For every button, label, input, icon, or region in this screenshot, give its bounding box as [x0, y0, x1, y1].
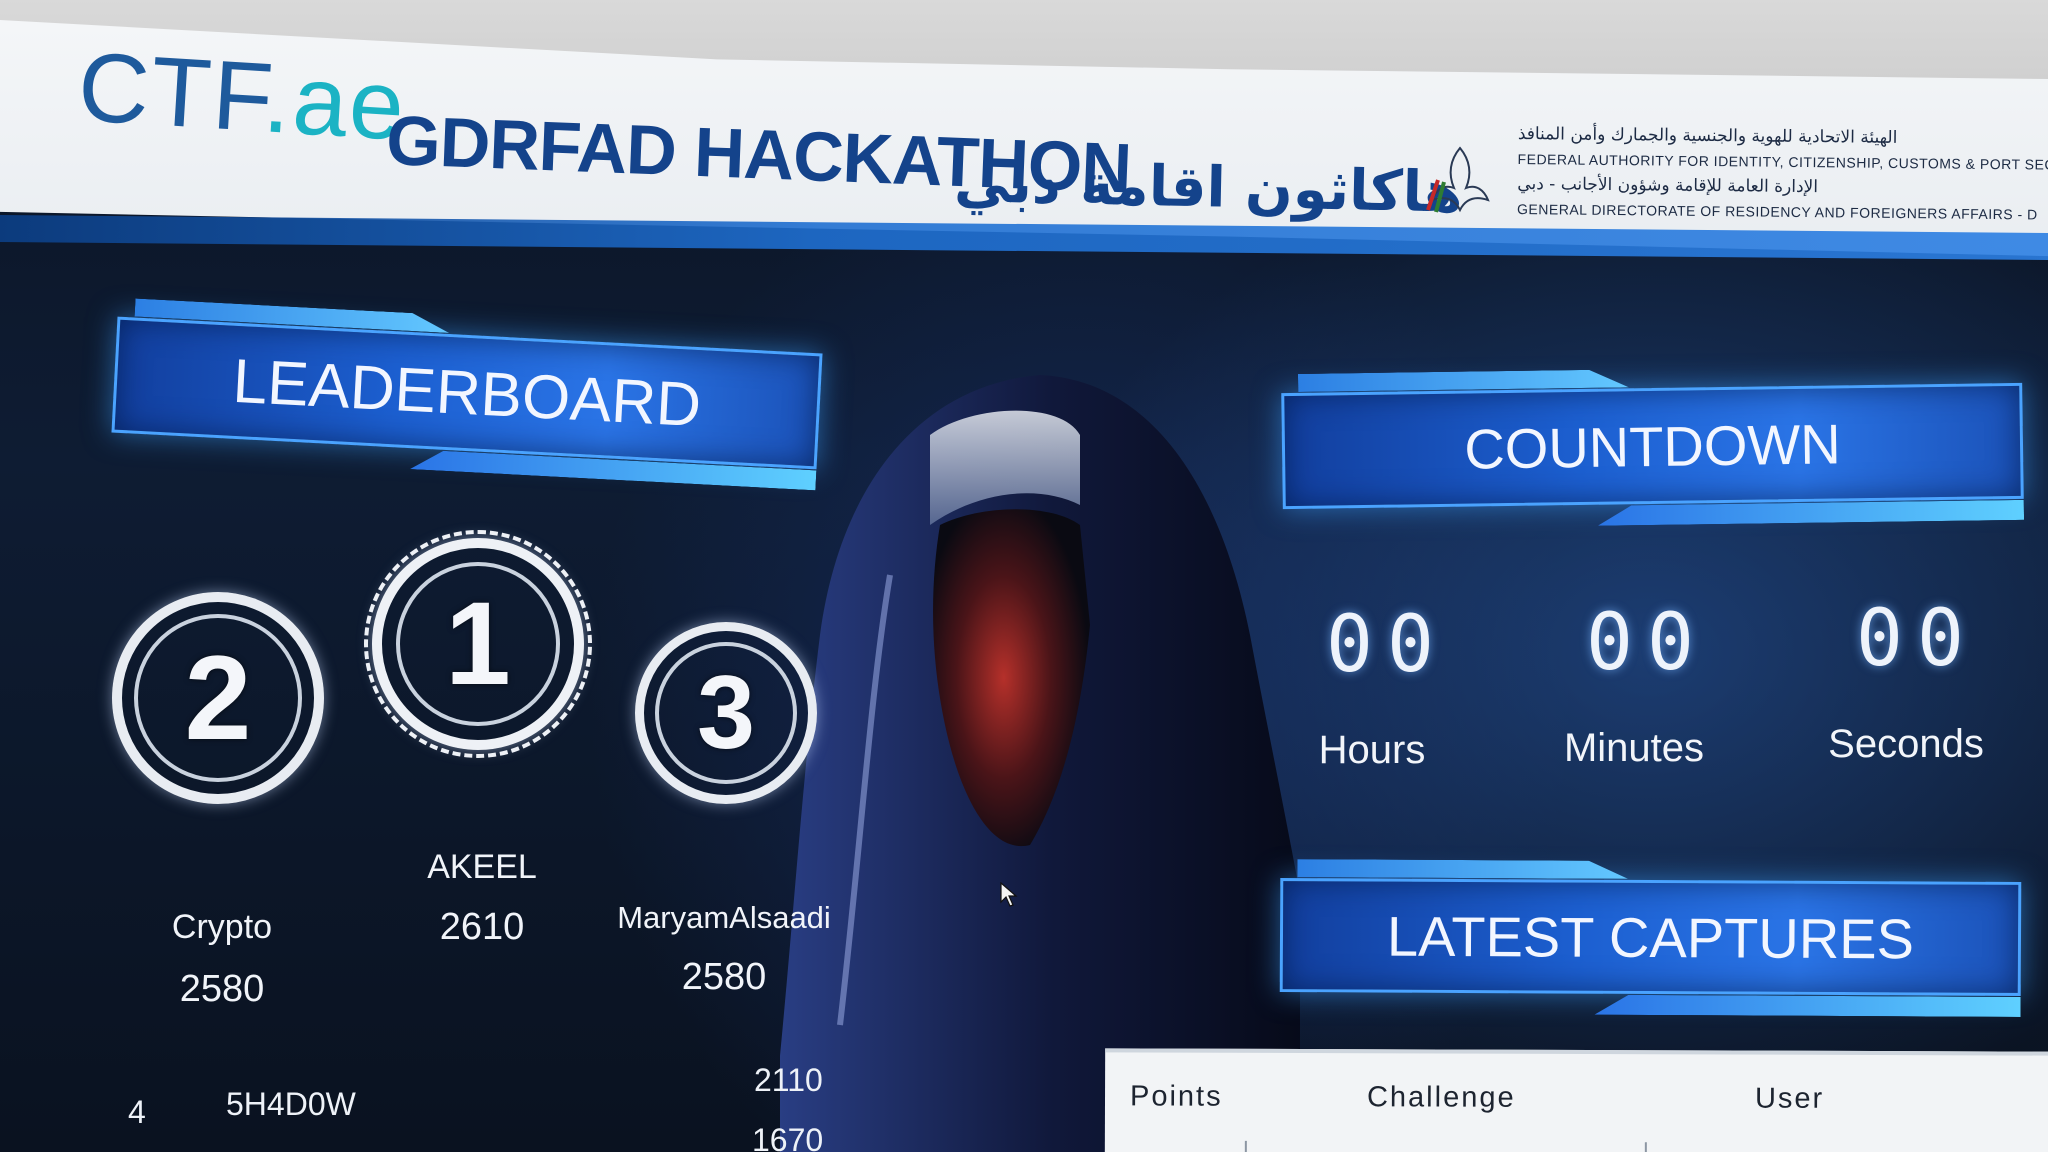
captures-table: Points Challenge User: [1104, 1048, 2048, 1152]
column-divider: [1644, 1142, 1647, 1152]
falcon-emblem-icon: [1426, 146, 1490, 213]
mouse-pointer-icon: [1000, 882, 1018, 907]
authority-text: الهيئة الاتحادية للهوية والجنسية والجمار…: [1517, 122, 2048, 228]
leaderboard-title: LEADERBOARD: [111, 316, 823, 470]
rank-row-4-score: 2110: [754, 1062, 823, 1098]
countdown-seconds-label: Seconds: [1828, 722, 1984, 766]
hooded-figure-image: [780, 375, 1300, 1152]
podium-medal-2: 2: [112, 592, 324, 870]
latest-captures-title: LATEST CAPTURES: [1279, 878, 2022, 996]
column-divider: [1244, 1140, 1247, 1152]
podium-medal-1: 1: [364, 530, 592, 818]
column-header-user: User: [1754, 1082, 1825, 1115]
ctf-logo: CTF.ae: [75, 30, 409, 163]
countdown-title: COUNTDOWN: [1281, 382, 2024, 510]
medal-rank-number: 1: [445, 578, 511, 710]
hackathon-title-ar: هاكاثون اقامة دبي: [953, 150, 1464, 226]
medal-rank-number: 3: [697, 654, 755, 771]
podium-score-1: 2610: [439, 906, 525, 948]
rank-row-4-name: 5H4D0W: [226, 1086, 356, 1122]
countdown-minutes-label: Minutes: [1563, 726, 1705, 770]
podium-score-3: 2580: [681, 956, 767, 998]
podium-medal-3: 3: [635, 622, 817, 862]
countdown-hours-value: 00: [1326, 600, 1448, 690]
medal-rank-number: 2: [184, 631, 252, 765]
podium-score-2: 2580: [179, 968, 265, 1010]
column-header-challenge: Challenge: [1366, 1081, 1516, 1114]
countdown-hours-label: Hours: [1318, 728, 1426, 772]
column-header-points: Points: [1129, 1080, 1223, 1113]
scoreboard-screen: CTF.ae GDRFAD HACKATHON هاكاثون اقامة دب…: [0, 0, 2048, 1152]
countdown-seconds-value: 00: [1856, 594, 1978, 684]
countdown-minutes-value: 00: [1586, 598, 1708, 688]
podium-name-3: MaryamAlsaadi: [617, 900, 831, 935]
podium-name-2: Crypto: [171, 908, 273, 946]
logo-main-text: CTF: [75, 30, 268, 153]
rank-row-4-rank: 4: [128, 1094, 146, 1130]
podium-name-1: AKEEL: [427, 848, 537, 886]
rank-row-5-score: 1670: [752, 1122, 824, 1152]
